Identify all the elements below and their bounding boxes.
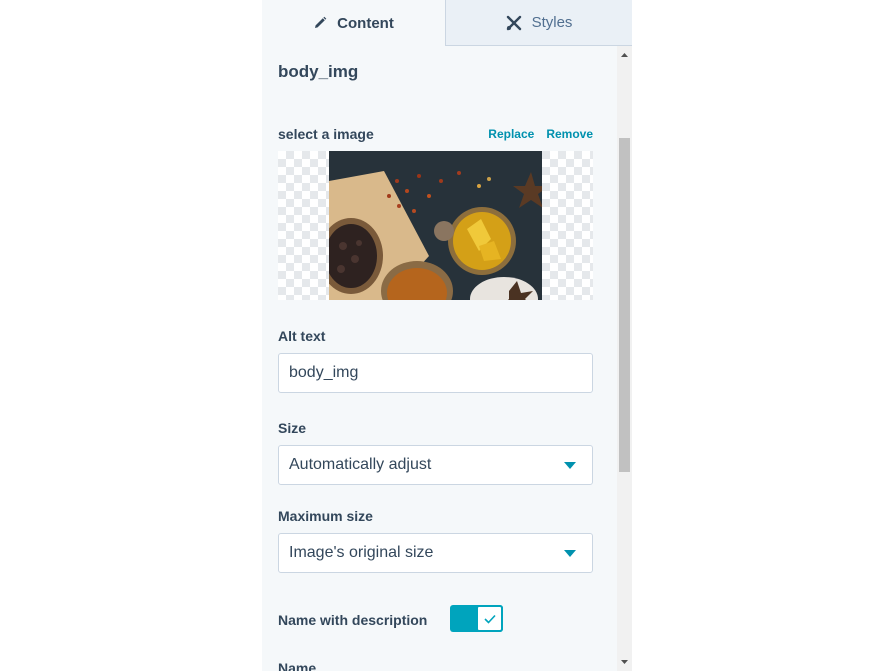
- image-preview[interactable]: [278, 151, 593, 300]
- name-field-label: Name: [278, 660, 317, 671]
- name-with-description-toggle[interactable]: [450, 605, 503, 632]
- size-select[interactable]: Automatically adjust: [278, 445, 593, 485]
- tab-content-label: Content: [337, 14, 394, 32]
- max-size-select[interactable]: Image's original size: [278, 533, 593, 573]
- panel-scrollbar[interactable]: [617, 46, 632, 671]
- tab-content[interactable]: Content: [262, 0, 445, 46]
- tab-styles[interactable]: Styles: [445, 0, 632, 46]
- tab-styles-label: Styles: [531, 14, 573, 31]
- caret-down-icon: [564, 462, 576, 469]
- replace-image-link[interactable]: Replace: [488, 127, 534, 141]
- spices-photo: [329, 151, 542, 300]
- editor-tabs: Content Styles: [262, 0, 632, 46]
- scroll-down-arrow-icon[interactable]: [617, 655, 632, 669]
- max-size-label: Maximum size: [278, 508, 373, 524]
- name-with-description-label: Name with description: [278, 612, 428, 628]
- size-label: Size: [278, 420, 307, 436]
- scroll-up-arrow-icon[interactable]: [617, 48, 632, 62]
- alt-text-input[interactable]: body_img: [278, 353, 593, 393]
- remove-image-link[interactable]: Remove: [546, 127, 593, 141]
- toggle-knob: [476, 605, 503, 632]
- pencil-icon: [313, 16, 327, 30]
- check-icon: [483, 614, 496, 624]
- alt-text-label: Alt text: [278, 328, 326, 344]
- module-title: body_img: [278, 62, 359, 81]
- scrollbar-thumb[interactable]: [619, 138, 630, 472]
- image-field-label: select a image: [278, 126, 374, 142]
- size-selected-value: Automatically adjust: [289, 456, 432, 473]
- caret-down-icon: [564, 550, 576, 557]
- max-size-selected-value: Image's original size: [289, 544, 434, 561]
- module-editor-panel: Content Styles body_img select a image R…: [262, 0, 632, 671]
- image-actions: Replace Remove: [488, 127, 593, 141]
- brush-tools-icon: [506, 15, 522, 31]
